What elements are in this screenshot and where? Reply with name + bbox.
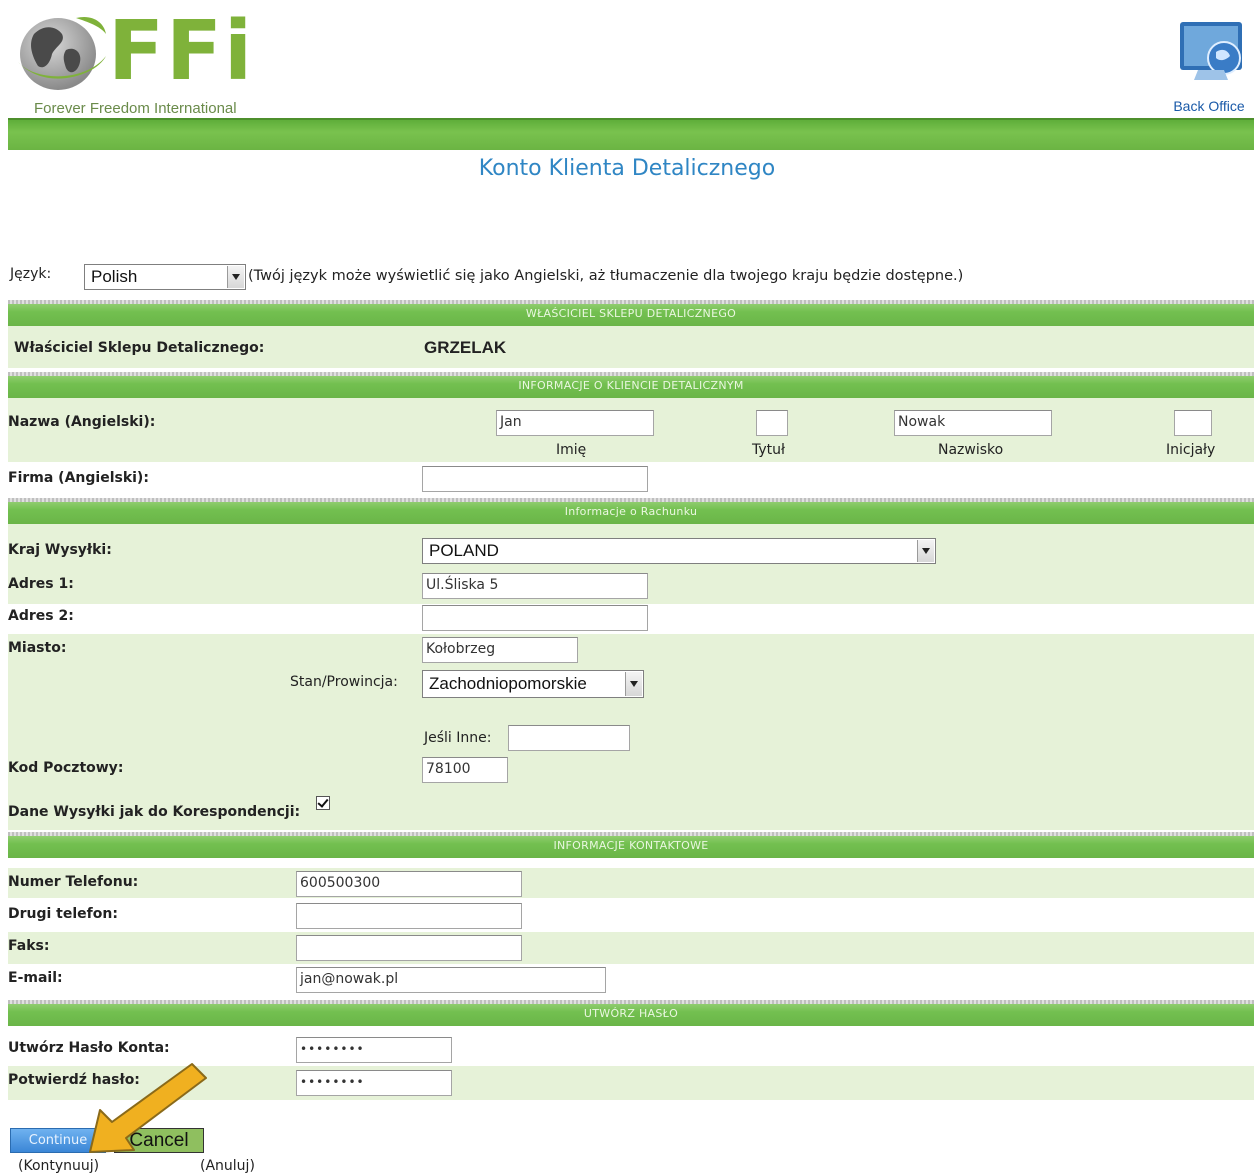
create-password-input[interactable]: •••••••• [296,1037,452,1063]
initials-caption: Inicjały [1166,442,1216,458]
city-label: Miasto: [8,640,67,656]
email-input[interactable]: jan@nowak.pl [296,967,606,993]
owner-value: GRZELAK [424,338,507,357]
section-contact-info: INFORMACJE KONTAKTOWE [8,832,1254,858]
state-select-value: Zachodniopomorskie [429,674,587,693]
city-input[interactable]: Kołobrzeg [422,637,578,663]
address1-label: Adres 1: [8,576,74,592]
first-name-caption: Imię [556,442,587,458]
owner-label: Właściciel Sklepu Detalicznego: [14,340,265,356]
fax-input[interactable] [296,935,522,961]
email-label: E-mail: [8,970,63,986]
same-shipping-checkbox[interactable] [316,796,330,810]
initials-input[interactable] [1174,410,1212,436]
company-input[interactable] [422,466,648,492]
country-select[interactable]: POLAND [422,538,936,564]
postal-label: Kod Pocztowy: [8,760,124,776]
country-select-value: POLAND [429,541,499,560]
language-select[interactable]: Polish [84,264,246,290]
fax-row [8,932,1254,964]
section-owner: WŁAŚCICIEL SKLEPU DETALICZNEGO [8,300,1254,326]
address2-label: Adres 2: [8,608,74,624]
pointer-arrow-icon [89,1063,207,1153]
phone-row [8,868,1254,898]
chevron-down-icon[interactable] [625,672,642,696]
name-label: Nazwa (Angielski): [8,414,156,430]
ffi-logo: FFi Forever Freedom International [8,6,258,118]
section-password: UTWÓRZ HASŁO [8,1000,1254,1026]
other-input[interactable] [508,725,630,751]
logo-tagline: Forever Freedom International [34,100,237,117]
same-shipping-label: Dane Wysyłki jak do Korespondencji: [8,804,301,820]
cancel-caption: (Anuluj) [200,1158,255,1174]
state-select[interactable]: Zachodniopomorskie [422,670,644,698]
back-office-label[interactable]: Back Office [1168,98,1250,114]
globe-icon [18,16,106,90]
language-select-value: Polish [91,267,138,286]
phone-label: Numer Telefonu: [8,874,139,890]
postal-input[interactable]: 78100 [422,757,508,783]
other-label: Jeśli Inne: [424,730,492,746]
back-office-link[interactable]: Back Office [1168,14,1250,118]
header-green-bar [8,118,1254,150]
phone-input[interactable]: 600500300 [296,871,522,897]
address2-input[interactable] [422,605,648,631]
phone2-label: Drugi telefon: [8,906,118,922]
chevron-down-icon[interactable] [917,540,934,562]
title-caption: Tytuł [752,442,785,458]
phone2-input[interactable] [296,903,522,929]
title-input[interactable] [756,410,788,436]
fax-label: Faks: [8,938,50,954]
country-label: Kraj Wysyłki: [8,542,112,558]
last-name-caption: Nazwisko [938,442,1004,458]
confirm-password-input[interactable]: •••••••• [296,1070,452,1096]
section-account-info: Informacje o Rachunku [8,498,1254,524]
company-label: Firma (Angielski): [8,470,149,486]
chevron-down-icon[interactable] [227,266,244,288]
language-note: (Twój język może wyświetlić się jako Ang… [248,268,964,284]
section-customer-info: INFORMACJE O KLIENCIE DETALICZNYM [8,372,1254,398]
monitor-icon [1180,22,1242,80]
logo-letters: FFi [108,4,255,99]
create-password-label: Utwórz Hasło Konta: [8,1040,170,1056]
page-title: Konto Klienta Detalicznego [478,156,776,181]
language-label: Język: [10,266,52,282]
first-name-input[interactable]: Jan [496,410,654,436]
continue-caption: (Kontynuuj) [18,1158,100,1174]
address1-input[interactable]: Ul.Śliska 5 [422,573,648,599]
last-name-input[interactable]: Nowak [894,410,1052,436]
state-label: Stan/Prowincja: [290,674,398,690]
